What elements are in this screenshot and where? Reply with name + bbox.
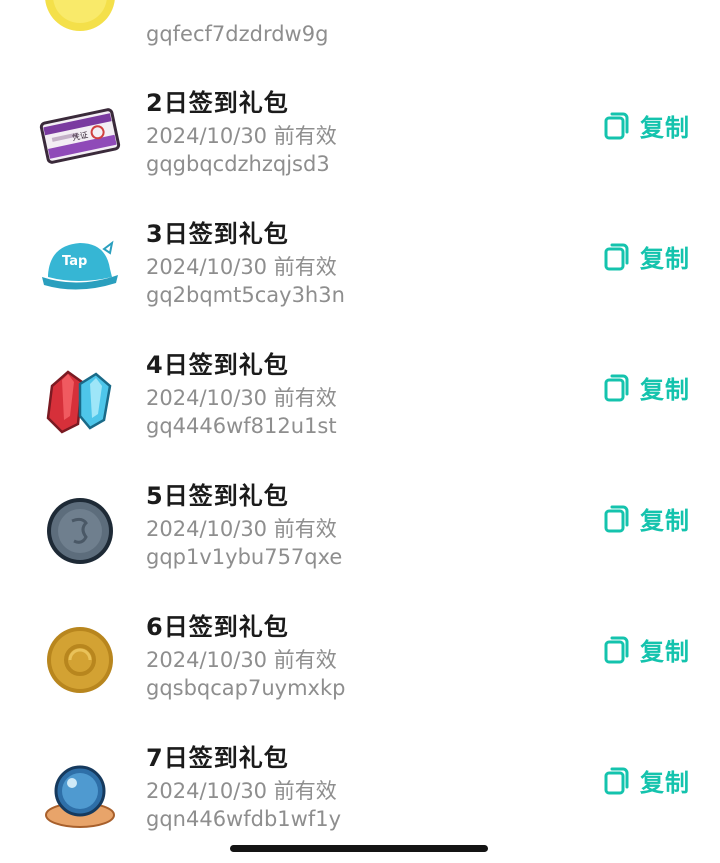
copy-label: 复制 [640, 244, 690, 273]
gift-expiry: 2024/10/30 前有效 [146, 124, 337, 148]
list-item-partial: gqfecf7dzdrdw9g [0, 0, 720, 64]
list-item: 凭证 2日签到礼包 2024/10/30 前有效 gqgbqcdzhzqjsd3… [0, 70, 720, 201]
list-item: 4日签到礼包 2024/10/30 前有效 gq4446wf812u1st 复制 [0, 332, 720, 463]
copy-label: 复制 [640, 637, 690, 666]
copy-icon [604, 112, 629, 140]
gift-expiry: 2024/10/30 前有效 [146, 255, 337, 279]
silver-coin-icon [38, 487, 122, 571]
copy-label: 复制 [640, 768, 690, 797]
gift-title: 3日签到礼包 [146, 220, 289, 248]
copy-icon [604, 767, 629, 795]
list-item: 5日签到礼包 2024/10/30 前有效 gqp1v1ybu757qxe 复制 [0, 463, 720, 594]
copy-icon [604, 636, 629, 664]
gift-code: gq2bqmt5cay3h3n [146, 283, 345, 307]
copy-label: 复制 [640, 506, 690, 535]
gift-code: gqfecf7dzdrdw9g [146, 22, 329, 46]
tap-cap-icon: Tap [38, 225, 122, 309]
gift-title: 5日签到礼包 [146, 482, 289, 510]
copy-button[interactable]: 复制 [604, 763, 690, 797]
gift-title: 2日签到礼包 [146, 89, 289, 117]
gift-code: gqn446wfdb1wf1y [146, 807, 341, 831]
crystal-ball-icon [38, 749, 122, 833]
copy-button[interactable]: 复制 [604, 501, 690, 535]
gold-coin-icon [44, 0, 116, 32]
gift-title: 6日签到礼包 [146, 613, 289, 641]
cap-text: Tap [62, 254, 87, 269]
gift-code: gqp1v1ybu757qxe [146, 545, 343, 569]
copy-icon [604, 505, 629, 533]
copy-button[interactable]: 复制 [604, 632, 690, 666]
list-item: Tap 3日签到礼包 2024/10/30 前有效 gq2bqmt5cay3h3… [0, 201, 720, 332]
home-indicator[interactable] [230, 845, 488, 852]
list-item: 6日签到礼包 2024/10/30 前有效 gqsbqcap7uymxkp 复制 [0, 594, 720, 725]
copy-label: 复制 [640, 113, 690, 142]
voucher-ticket-icon: 凭证 [38, 94, 122, 178]
bronze-coin-icon [38, 618, 122, 702]
crystals-icon [38, 356, 122, 440]
gift-title: 7日签到礼包 [146, 744, 289, 772]
gift-code: gqsbqcap7uymxkp [146, 676, 346, 700]
copy-button[interactable]: 复制 [604, 239, 690, 273]
list-item: 7日签到礼包 2024/10/30 前有效 gqn446wfdb1wf1y 复制 [0, 725, 720, 856]
gift-expiry: 2024/10/30 前有效 [146, 779, 337, 803]
gift-code: gq4446wf812u1st [146, 414, 337, 438]
copy-icon [604, 374, 629, 402]
gift-expiry: 2024/10/30 前有效 [146, 648, 337, 672]
gift-expiry: 2024/10/30 前有效 [146, 386, 337, 410]
copy-icon [604, 243, 629, 271]
copy-button[interactable]: 复制 [604, 370, 690, 404]
gift-code: gqgbqcdzhzqjsd3 [146, 152, 330, 176]
copy-label: 复制 [640, 375, 690, 404]
copy-button[interactable]: 复制 [604, 108, 690, 142]
gift-title: 4日签到礼包 [146, 351, 289, 379]
gift-expiry: 2024/10/30 前有效 [146, 517, 337, 541]
